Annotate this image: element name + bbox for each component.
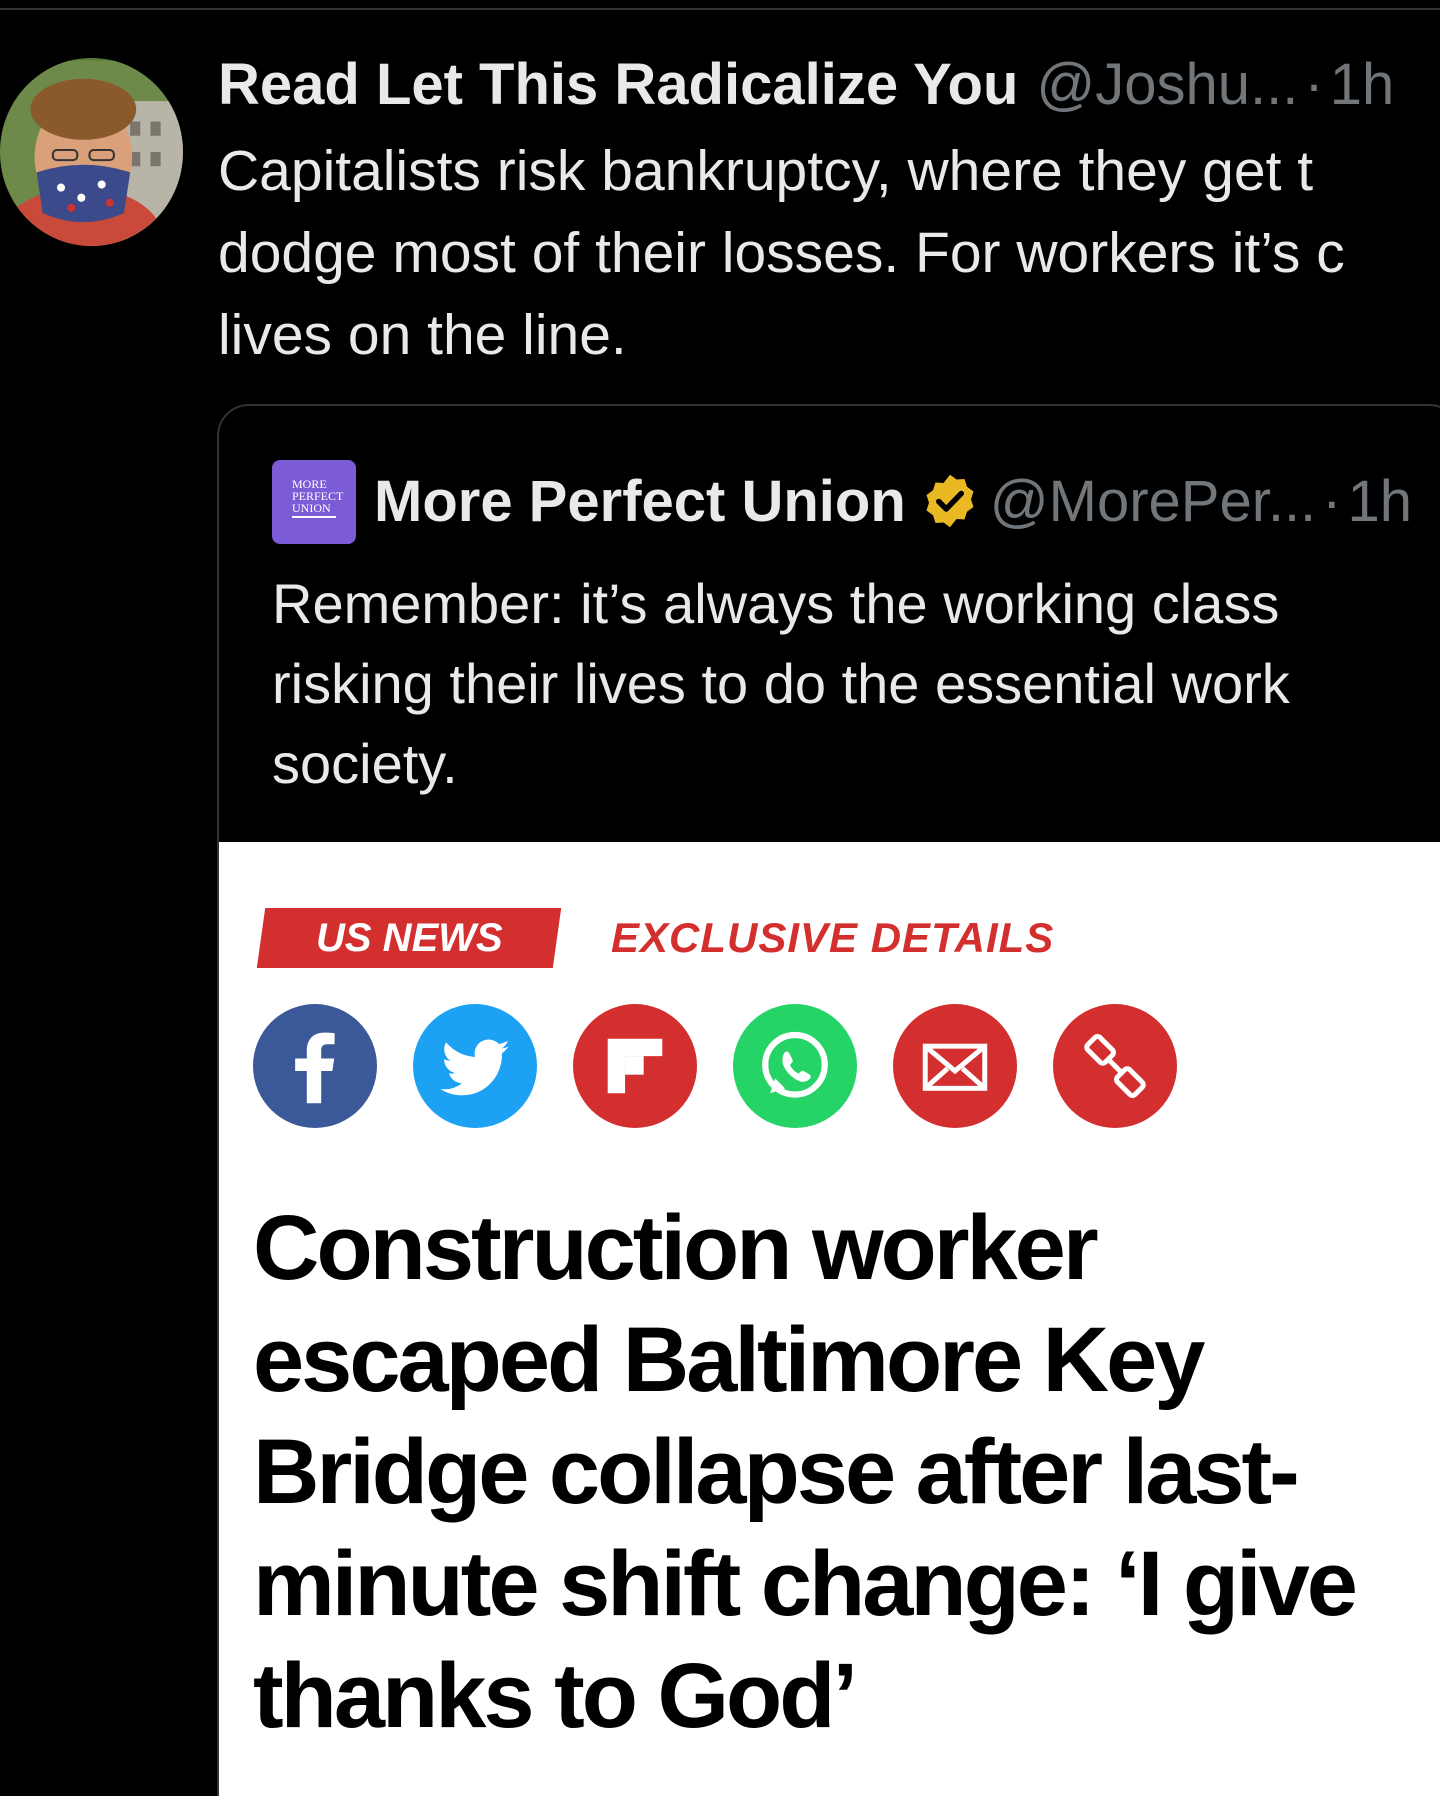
author-handle[interactable]: @Joshu... <box>1036 52 1298 117</box>
whatsapp-icon <box>733 1004 857 1128</box>
tweet-header: Read Let This Radicalize You @Joshu... · 1h <box>218 52 1440 118</box>
quoted-text-line: risking their lives to do the essential … <box>272 652 1290 715</box>
avatar[interactable] <box>0 58 183 246</box>
email-icon <box>893 1004 1017 1128</box>
article-headline: Construction worker escaped Baltimore Ke… <box>253 1192 1440 1752</box>
quoted-tweet-card[interactable]: MORE PERFECT UNION More Perfect Union @M… <box>217 404 1440 1796</box>
separator-dot: · <box>1322 469 1342 534</box>
article-tag: EXCLUSIVE DETAILS <box>611 914 1055 961</box>
author-name[interactable]: Read Let This Radicalize You <box>218 52 1018 117</box>
tweet-page: Read Let This Radicalize You @Joshu... · 1h… <box>0 0 1440 1796</box>
quoted-author-handle[interactable]: @MorePer... <box>990 469 1316 534</box>
quoted-text-line: society. <box>272 732 458 795</box>
headline-line: escaped Baltimore Key <box>253 1309 1205 1411</box>
separator-dot: · <box>1304 52 1324 117</box>
quoted-text-line: Remember: it’s always the working class <box>272 572 1280 635</box>
headline-line: minute shift change: ‘I give <box>253 1533 1358 1635</box>
tweet-text-line: lives on the line. <box>218 303 627 367</box>
headline-line: thanks to God’ <box>253 1645 858 1747</box>
quoted-tweet-timestamp[interactable]: 1h <box>1348 469 1413 534</box>
divider <box>0 8 1440 10</box>
tweet-body: Capitalists risk bankruptcy, where they … <box>218 130 1440 376</box>
headline-line: Construction worker <box>253 1197 1099 1299</box>
article-screenshot[interactable]: US NEWS EXCLUSIVE DETAILS Construction w… <box>219 842 1440 1796</box>
twitter-icon <box>413 1004 537 1128</box>
category-badge: US NEWS <box>256 908 562 968</box>
verified-badge-icon <box>926 474 974 528</box>
avatar-photo <box>0 60 183 246</box>
tweet-text-line: Capitalists risk bankruptcy, where they … <box>218 139 1314 203</box>
mpu-avatar[interactable]: MORE PERFECT UNION <box>272 460 356 544</box>
flipboard-icon <box>573 1004 697 1128</box>
tweet-timestamp[interactable]: 1h <box>1330 52 1395 117</box>
quoted-tweet-header: MORE PERFECT UNION More Perfect Union @M… <box>272 460 1440 544</box>
link-icon <box>1053 1004 1177 1128</box>
facebook-icon <box>253 1004 377 1128</box>
headline-line: Bridge collapse after last- <box>253 1421 1300 1523</box>
logo-text: UNION <box>292 501 331 515</box>
quoted-tweet-body: Remember: it’s always the working class … <box>272 564 1440 804</box>
category-badge-label: US NEWS <box>315 916 503 960</box>
logo-underline <box>292 516 336 518</box>
quoted-author-name[interactable]: More Perfect Union <box>374 469 906 534</box>
tweet-text-line: dodge most of their losses. For workers … <box>218 221 1345 285</box>
quoted-author-row: More Perfect Union @MorePer... · 1h <box>374 460 1412 544</box>
